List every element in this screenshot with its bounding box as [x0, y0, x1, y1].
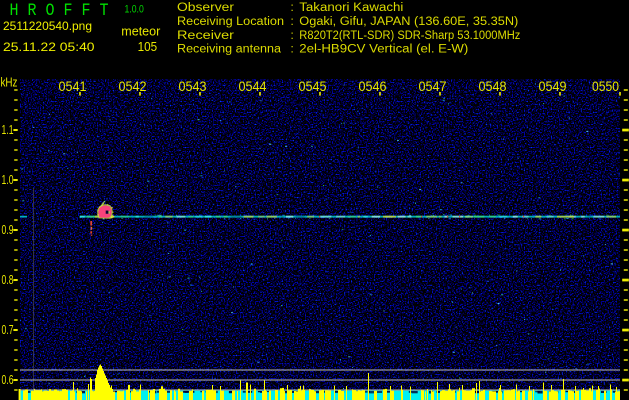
svg-text:25.11.22 05:40: 25.11.22 05:40: [3, 40, 95, 54]
svg-text:1.0: 1.0: [2, 172, 14, 187]
svg-text:2el-HB9CV Vertical (el. E-W): 2el-HB9CV Vertical (el. E-W): [299, 44, 468, 56]
svg-text:meteor: meteor: [121, 24, 161, 39]
svg-text:Receiver: Receiver: [177, 30, 234, 42]
svg-text:H R O F F T: H R O F F T: [10, 0, 109, 20]
svg-text:Ogaki, Gifu, JAPAN (136.60E, 3: Ogaki, Gifu, JAPAN (136.60E, 35.35N): [299, 16, 518, 28]
svg-text:Observer: Observer: [177, 2, 234, 14]
svg-text:0548: 0548: [479, 79, 507, 94]
svg-text:0.8: 0.8: [2, 272, 14, 287]
svg-text:kHz: kHz: [1, 76, 18, 90]
svg-text:0.6: 0.6: [2, 372, 14, 387]
svg-text::: :: [291, 30, 294, 42]
svg-text:0542: 0542: [119, 79, 147, 94]
svg-text:R820T2(RTL-SDR) SDR-Sharp 53.1: R820T2(RTL-SDR) SDR-Sharp 53.1000MHz: [299, 30, 520, 42]
svg-text:0546: 0546: [359, 79, 387, 94]
svg-text:0543: 0543: [179, 79, 207, 94]
svg-text:105: 105: [138, 40, 158, 54]
svg-text:0545: 0545: [299, 79, 327, 94]
svg-text:0.9: 0.9: [2, 222, 14, 237]
svg-text:Receiving antenna: Receiving antenna: [177, 44, 282, 56]
svg-text:0549: 0549: [539, 79, 567, 94]
svg-text:0547: 0547: [419, 79, 447, 94]
svg-text:0550: 0550: [592, 79, 619, 94]
svg-text:1.1: 1.1: [2, 122, 14, 137]
svg-text:Takanori Kawachi: Takanori Kawachi: [299, 2, 403, 14]
svg-text:2511220540.png: 2511220540.png: [3, 19, 92, 33]
svg-text:1.0.0: 1.0.0: [125, 4, 144, 16]
svg-text::: :: [291, 44, 294, 56]
svg-text::: :: [291, 16, 294, 28]
svg-text:0541: 0541: [59, 79, 87, 94]
svg-text:Receiving Location: Receiving Location: [177, 16, 284, 28]
svg-text:0544: 0544: [239, 79, 267, 94]
svg-text::: :: [291, 2, 294, 14]
svg-text:0.7: 0.7: [2, 322, 14, 337]
